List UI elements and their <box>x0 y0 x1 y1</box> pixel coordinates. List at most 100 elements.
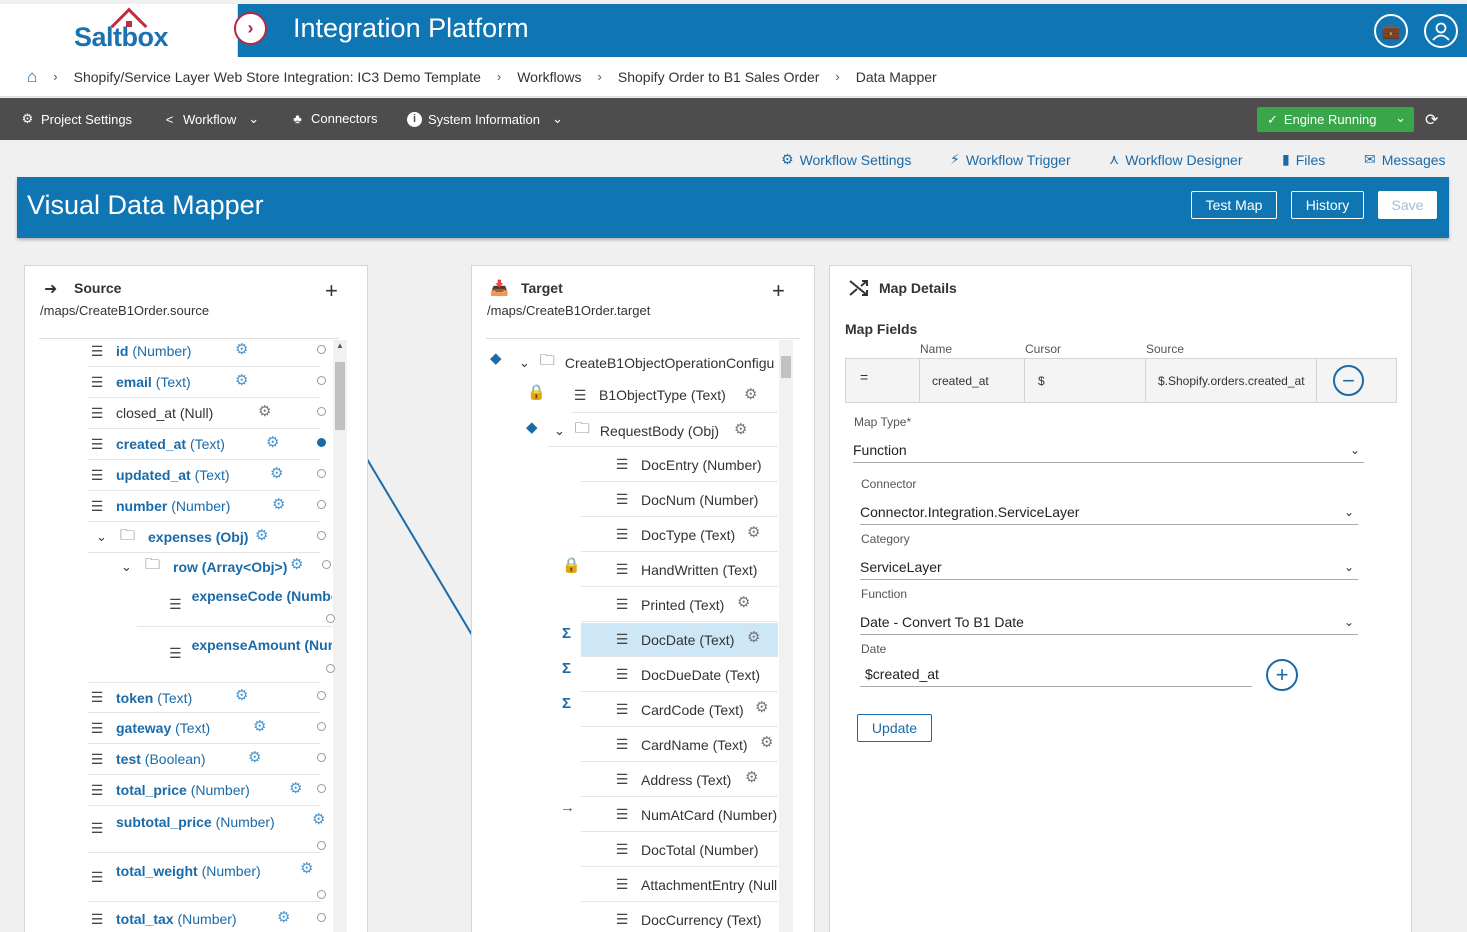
gear-icon[interactable]: ⚙ <box>300 859 313 877</box>
source-row-test[interactable]: ☰ test (Boolean) <box>88 744 320 775</box>
gear-icon[interactable]: ⚙ <box>734 420 747 438</box>
project-settings-menu[interactable]: ⚙ Project Settings <box>20 111 132 127</box>
source-row-created-at[interactable]: ☰ created_at (Text) <box>88 429 320 460</box>
connector-dot[interactable] <box>322 560 331 569</box>
gear-icon[interactable]: ⚙ <box>737 593 750 611</box>
remove-field-button[interactable]: − <box>1333 365 1364 396</box>
source-row-updated-at[interactable]: ☰ updated_at (Text) <box>88 460 320 491</box>
scroll-up-icon[interactable]: ▲ <box>336 341 344 350</box>
gear-icon[interactable]: ⚙ <box>755 698 768 716</box>
gear-icon[interactable]: ⚙ <box>270 464 283 482</box>
save-button[interactable]: Save <box>1378 191 1437 219</box>
category-select[interactable]: ServiceLayer ⌄ <box>860 554 1358 580</box>
function-select[interactable]: Date - Convert To B1 Date ⌄ <box>860 609 1358 635</box>
saltbox-logo[interactable]: Saltbox <box>0 4 238 57</box>
target-row-numatcard[interactable]: ☰ NumAtCard (Number) <box>581 798 778 832</box>
source-row-total-price[interactable]: ☰ total_price (Number) <box>88 775 320 806</box>
test-map-button[interactable]: Test Map <box>1191 191 1277 219</box>
gear-icon[interactable]: ⚙ <box>272 495 285 513</box>
target-row-cardcode[interactable]: ☰ CardCode (Text) <box>581 693 778 727</box>
sidebar-toggle-button[interactable]: › <box>234 12 267 45</box>
target-row-docentry[interactable]: ☰ DocEntry (Number) <box>581 448 778 482</box>
connector-dot[interactable] <box>317 691 326 700</box>
target-row-handwritten[interactable]: ☰ HandWritten (Text) <box>581 553 778 587</box>
connector-dot[interactable] <box>317 913 326 922</box>
user-profile-button[interactable] <box>1424 14 1458 48</box>
add-parameter-button[interactable]: + <box>1266 659 1298 691</box>
connector-dot[interactable] <box>317 784 326 793</box>
gear-icon[interactable]: ⚙ <box>760 733 773 751</box>
history-button[interactable]: History <box>1291 191 1364 219</box>
connector-dot-active[interactable] <box>317 438 326 447</box>
engine-status-button[interactable]: ✓ Engine Running ⌄ <box>1257 107 1414 132</box>
add-target-button[interactable]: + <box>772 278 785 304</box>
messages-link[interactable]: ✉ Messages <box>1364 151 1446 168</box>
target-scrollbar[interactable] <box>779 340 793 932</box>
gear-icon[interactable]: ⚙ <box>258 402 271 420</box>
gear-icon[interactable]: ⚙ <box>235 371 248 389</box>
update-button[interactable]: Update <box>857 714 932 742</box>
connector-dot[interactable] <box>317 500 326 509</box>
source-row-id[interactable]: ☰ id (Number) <box>88 336 320 367</box>
map-field-row[interactable] <box>845 358 1397 403</box>
source-row-token[interactable]: ☰ token (Text) <box>88 682 320 713</box>
source-row-email[interactable]: ☰ email (Text) <box>88 367 320 398</box>
source-row-expenses[interactable]: ⌄ 🗀 expenses (Obj) <box>88 522 320 553</box>
workflow-trigger-link[interactable]: ⚡ Workflow Trigger <box>950 151 1071 168</box>
target-row-doctotal[interactable]: ☰ DocTotal (Number) <box>581 833 778 867</box>
breadcrumb-project[interactable]: Shopify/Service Layer Web Store Integrat… <box>74 69 481 85</box>
map-type-select[interactable]: Function ⌄ <box>853 437 1364 463</box>
gear-icon[interactable]: ⚙ <box>312 810 325 828</box>
workflow-designer-link[interactable]: ⋏ Workflow Designer <box>1109 151 1243 168</box>
target-row-docnum[interactable]: ☰ DocNum (Number) <box>581 483 778 517</box>
chevron-down-icon[interactable]: ⌄ <box>96 529 107 545</box>
workflow-menu[interactable]: < Workflow ⌄ <box>162 111 259 127</box>
gear-icon[interactable]: ⚙ <box>248 748 261 766</box>
home-icon[interactable]: ⌂ <box>27 67 37 87</box>
source-row-expense-amount[interactable]: ☰ expenseAmount (Nur <box>137 629 332 678</box>
gear-icon[interactable]: ⚙ <box>266 433 279 451</box>
files-link[interactable]: ▮ Files <box>1282 151 1325 168</box>
connector-dot[interactable] <box>317 841 326 850</box>
connector-dot[interactable] <box>317 376 326 385</box>
gear-icon[interactable]: ⚙ <box>745 768 758 786</box>
target-row-docduedate[interactable]: ☰ DocDueDate (Text) <box>581 658 778 692</box>
gear-icon[interactable]: ⚙ <box>290 555 303 573</box>
gear-icon[interactable]: ⚙ <box>277 908 290 926</box>
target-row-doccurrency[interactable]: ☰ DocCurrency (Text) <box>581 903 778 932</box>
target-row-root[interactable]: ⌄ 🗀 CreateB1ObjectOperationConfigu <box>515 347 779 378</box>
source-row-gateway[interactable]: ☰ gateway (Text) <box>88 713 320 744</box>
gear-icon[interactable]: ⚙ <box>235 340 248 358</box>
breadcrumb-workflows[interactable]: Workflows <box>517 69 581 85</box>
date-input[interactable]: $created_at <box>860 661 1252 687</box>
source-scrollbar[interactable] <box>333 340 347 932</box>
connector-dot[interactable] <box>317 407 326 416</box>
briefcase-button[interactable]: 💼 <box>1374 14 1408 48</box>
source-row-subtotal-price[interactable]: ☰ subtotal_price (Number) <box>88 806 320 853</box>
source-row-closed-at[interactable]: ☰ closed_at (Null) <box>88 398 320 429</box>
gear-icon[interactable]: ⚙ <box>747 523 760 541</box>
connector-dot[interactable] <box>326 664 335 673</box>
chevron-down-icon[interactable]: ⌄ <box>519 355 530 371</box>
chevron-down-icon[interactable]: ⌄ <box>554 423 565 439</box>
connector-dot[interactable] <box>317 531 326 540</box>
target-row-attachmententry[interactable]: ☰ AttachmentEntry (Null <box>581 868 778 902</box>
target-row-cardname[interactable]: ☰ CardName (Text) <box>581 728 778 762</box>
connector-dot[interactable] <box>317 345 326 354</box>
connector-dot[interactable] <box>317 753 326 762</box>
gear-icon[interactable]: ⚙ <box>747 628 760 646</box>
connector-dot[interactable] <box>317 469 326 478</box>
connector-dot[interactable] <box>317 722 326 731</box>
connector-dot[interactable] <box>317 890 326 899</box>
connector-dot[interactable] <box>326 614 335 623</box>
gear-icon[interactable]: ⚙ <box>255 526 268 544</box>
refresh-icon[interactable]: ⟳ <box>1425 110 1438 130</box>
workflow-settings-link[interactable]: ⚙ Workflow Settings <box>781 151 911 168</box>
add-source-button[interactable]: + <box>325 278 338 304</box>
gear-icon[interactable]: ⚙ <box>289 779 302 797</box>
gear-icon[interactable]: ⚙ <box>744 385 757 403</box>
breadcrumb-workflow[interactable]: Shopify Order to B1 Sales Order <box>618 69 820 85</box>
source-row-total-weight[interactable]: ☰ total_weight (Number) <box>88 855 320 902</box>
system-information-menu[interactable]: i System Information ⌄ <box>407 111 563 127</box>
source-row-expense-code[interactable]: ☰expenseCode (Numbe <box>137 580 332 627</box>
